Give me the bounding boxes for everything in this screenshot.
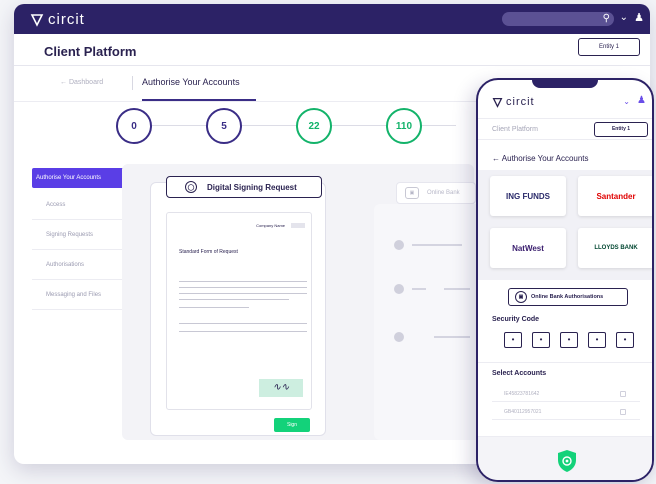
text-line <box>179 331 307 332</box>
mobile-entity-selector[interactable]: Entity 1 <box>594 122 648 137</box>
mobile-device: circit ⌄ ♟ Client Platform Entity 1 ← Au… <box>476 78 654 482</box>
divider <box>478 362 652 363</box>
chevron-down-icon[interactable]: ⌄ <box>620 12 628 23</box>
progress-stepper: 0 5 22 110 <box>116 104 456 148</box>
page-title: Client Platform <box>44 44 137 59</box>
brand-logo[interactable]: circit <box>30 11 85 28</box>
account-checkbox[interactable] <box>620 391 626 397</box>
breadcrumb-divider <box>132 76 133 90</box>
bank-icon: ▣ <box>515 291 527 303</box>
mobile-brand-name: circit <box>506 96 535 108</box>
placeholder-bar <box>412 288 426 290</box>
circit-logo-icon <box>492 97 503 108</box>
company-name-label: Company Name <box>256 223 285 228</box>
brand-name: circit <box>48 11 85 28</box>
document-preview: Company Name Standard Form of Request ∿∿ <box>166 212 312 410</box>
bank-card-lloyds[interactable]: LLOYDS BANK <box>578 228 652 268</box>
sidebar: Authorise Your Accounts Access Signing R… <box>32 168 130 310</box>
user-icon[interactable]: ♟ <box>637 95 646 106</box>
signing-request-tab[interactable]: ◯ Digital Signing Request <box>166 176 322 198</box>
account-row[interactable]: IE45823781642 <box>492 386 640 402</box>
sidebar-item-authorisations[interactable]: Authorisations <box>32 250 130 280</box>
security-code-digit[interactable]: • <box>616 332 634 348</box>
shield-icon: ◯ <box>185 181 197 193</box>
security-code-digit[interactable]: • <box>560 332 578 348</box>
breadcrumb-active: Authorise Your Accounts <box>142 77 240 87</box>
account-row[interactable]: GB40112957021 <box>492 404 640 420</box>
placeholder-row <box>394 240 474 252</box>
online-bank-auth-button[interactable]: ▣ Online Bank Authorisations <box>508 288 628 306</box>
online-bank-auth-label: Online Bank Authorisations <box>531 294 604 300</box>
active-underline <box>142 99 256 101</box>
placeholder-row <box>394 332 474 344</box>
security-code-digit[interactable]: • <box>588 332 606 348</box>
bank-card-santander[interactable]: Santander <box>578 176 652 216</box>
chevron-down-icon[interactable]: ⌄ <box>623 97 630 106</box>
shield-icon[interactable] <box>557 449 577 473</box>
company-name-field <box>291 223 305 228</box>
signature-field[interactable]: ∿∿ <box>259 379 303 397</box>
select-accounts-label: Select Accounts <box>492 370 547 377</box>
text-line <box>179 307 249 308</box>
online-bank-panel <box>374 204 484 440</box>
step-connector <box>422 125 456 126</box>
text-line <box>179 299 289 300</box>
sidebar-item-access[interactable]: Access <box>32 190 130 220</box>
placeholder-row <box>394 284 474 296</box>
search-icon[interactable]: ⚲ <box>603 13 610 24</box>
step-connector <box>242 125 296 126</box>
mobile-section-heading[interactable]: ← Authorise Your Accounts <box>492 154 589 163</box>
form-title: Standard Form of Request <box>179 249 238 255</box>
bank-card-natwest[interactable]: NatWest <box>490 228 566 268</box>
placeholder-dot <box>394 284 404 294</box>
step-count[interactable]: 110 <box>386 108 422 144</box>
text-line <box>179 281 307 282</box>
step-count[interactable]: 0 <box>116 108 152 144</box>
top-bar: circit ⚲ ⌄ ♟ <box>14 4 650 34</box>
step-connector <box>332 125 386 126</box>
search-input[interactable]: ⚲ <box>502 12 614 26</box>
placeholder-bar <box>444 288 470 290</box>
online-bank-label: Online Bank <box>427 190 460 196</box>
account-number: IE45823781642 <box>504 391 540 397</box>
online-bank-tab[interactable]: ▣ Online Bank <box>396 182 476 204</box>
user-icon[interactable]: ♟ <box>634 11 644 24</box>
text-line <box>179 287 307 288</box>
mobile-subheader: Client Platform Entity 1 <box>478 118 652 140</box>
text-line <box>179 323 307 324</box>
step-count[interactable]: 5 <box>206 108 242 144</box>
mobile-footer <box>478 436 652 480</box>
phone-notch <box>532 80 598 88</box>
account-checkbox[interactable] <box>620 409 626 415</box>
sidebar-item-authorise[interactable]: Authorise Your Accounts <box>32 168 130 188</box>
placeholder-dot <box>394 332 404 342</box>
step-connector <box>152 125 206 126</box>
placeholder-dot <box>394 240 404 250</box>
breadcrumb-back-link[interactable]: ← Dashboard <box>60 79 103 86</box>
entity-selector[interactable]: Entity 1 <box>578 38 640 56</box>
account-number: GB40112957021 <box>504 409 542 415</box>
bank-grid: ING FUNDS Santander NatWest LLOYDS BANK <box>478 170 652 280</box>
bank-card-ing[interactable]: ING FUNDS <box>490 176 566 216</box>
mobile-page-title: Client Platform <box>492 126 538 133</box>
sidebar-item-messaging[interactable]: Messaging and Files <box>32 280 130 310</box>
security-code-digit[interactable]: • <box>532 332 550 348</box>
security-code-label: Security Code <box>492 316 540 323</box>
circit-logo-icon <box>30 13 44 27</box>
mobile-brand-logo[interactable]: circit <box>492 96 535 108</box>
signing-tab-label: Digital Signing Request <box>207 182 297 192</box>
sign-button[interactable]: Sign <box>274 418 310 432</box>
security-code-digit[interactable]: • <box>504 332 522 348</box>
step-count[interactable]: 22 <box>296 108 332 144</box>
bank-icon: ▣ <box>405 187 419 199</box>
page-header: Client Platform Entity 1 <box>14 34 650 66</box>
sidebar-item-signing-requests[interactable]: Signing Requests <box>32 220 130 250</box>
text-line <box>179 293 307 294</box>
placeholder-bar <box>412 244 462 246</box>
placeholder-bar <box>434 336 470 338</box>
